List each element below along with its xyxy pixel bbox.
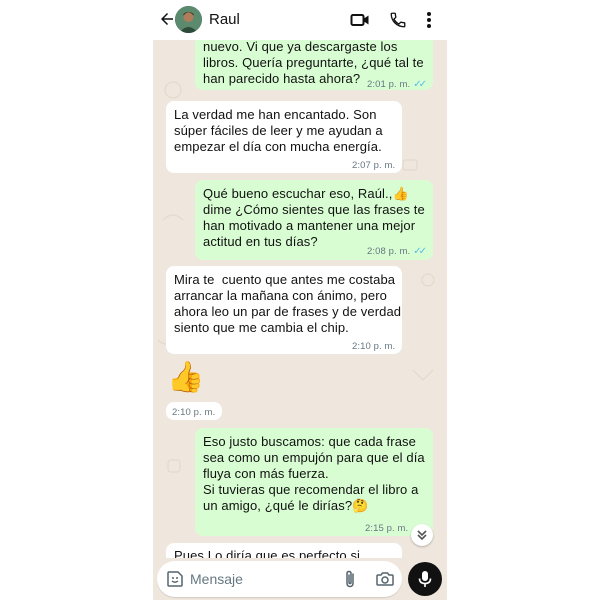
message-bubble-outgoing[interactable]: Eso justo buscamos: que cada frase sea c… [195, 428, 433, 536]
message-line: arrancar la mañana con ánimo, pero [174, 288, 387, 303]
emoji-message[interactable]: 👍 [167, 361, 204, 395]
phone-screen: Raul nuevo. Vi que ya descargaste los li… [153, 0, 447, 600]
more-vert-icon[interactable] [421, 9, 437, 31]
scroll-to-bottom-button[interactable] [411, 524, 433, 546]
message-input[interactable] [190, 569, 340, 589]
chat-area[interactable]: nuevo. Vi que ya descargaste los libros.… [153, 40, 447, 558]
message-line: han motivado a mantener una mejor [203, 218, 416, 233]
composer-bar [153, 558, 447, 600]
message-meta: 2:01 p. m. ✓✓ [367, 77, 427, 93]
message-bubble-outgoing[interactable]: Qué bueno escuchar eso, Raúl.,👍 dime ¿Có… [195, 180, 433, 260]
message-time: 2:10 p. m. [352, 341, 396, 352]
message-line: dime ¿Cómo sientes que las frases te [203, 202, 425, 217]
attach-icon[interactable] [341, 569, 359, 589]
message-meta: 2:07 p. m. [352, 158, 395, 174]
double-chevron-down-icon [417, 530, 427, 541]
message-line: han parecido hasta ahora? [203, 71, 361, 86]
message-line: siento que me cambia el chip. [174, 320, 349, 335]
message-line: empezar el día con mucha energía. [174, 139, 382, 154]
message-line: ahora leo un par de frases y de verdad [174, 304, 402, 319]
message-line: nuevo. Vi que ya descargaste los [203, 40, 398, 54]
message-meta: 2:15 p. m. [365, 521, 408, 537]
message-time: 2:10 p. m. [172, 407, 216, 418]
message-line: La verdad me han encantado. Son [174, 107, 377, 122]
emoji-time-pill: 2:10 p. m. [166, 402, 222, 420]
message-line: fluya con más fuerza. [203, 466, 329, 481]
chat-header: Raul [153, 0, 447, 40]
message-line: actitud en tus días? [203, 234, 318, 249]
message-bubble-incoming[interactable]: La verdad me han encantado. Son súper fá… [166, 101, 402, 173]
message-meta: 2:10 p. m. [172, 405, 215, 421]
read-ticks-icon: ✓✓ [413, 246, 427, 257]
message-time: 2:08 p. m. [367, 246, 411, 257]
sticker-icon[interactable] [166, 570, 184, 588]
message-bubble-incoming[interactable]: Pues Lo diría que es perfecto si [166, 543, 402, 558]
message-line: sea como un empujón para que el día [203, 450, 425, 465]
message-line: Eso justo buscamos: que cada frase [203, 434, 416, 449]
message-line: Pues Lo diría que es perfecto si [174, 548, 361, 558]
phone-call-icon[interactable] [387, 9, 409, 31]
avatar[interactable] [175, 6, 202, 33]
message-bubble-incoming[interactable]: Mira te cuento que antes me costaba arra… [166, 266, 402, 354]
message-line: súper fáciles de leer y me ayudan a [174, 123, 383, 138]
message-meta: 2:08 p. m. ✓✓ [367, 244, 427, 260]
video-call-icon[interactable] [348, 9, 372, 31]
message-meta: 2:10 p. m. [352, 339, 395, 355]
message-line: libros. Quería preguntarte, ¿qué tal te [203, 55, 424, 70]
message-input-box[interactable] [157, 561, 402, 597]
message-line: Mira te cuento que antes me costaba [174, 272, 396, 287]
contact-name[interactable]: Raul [209, 11, 240, 28]
message-line: un amigo, ¿qué le dirías?🤔 [203, 498, 369, 513]
mic-button[interactable] [408, 562, 442, 596]
message-time: 2:15 p. m. [365, 523, 409, 534]
message-time: 2:01 p. m. [367, 79, 411, 90]
read-ticks-icon: ✓✓ [413, 79, 427, 90]
message-time: 2:07 p. m. [352, 160, 396, 171]
message-bubble-outgoing[interactable]: nuevo. Vi que ya descargaste los libros.… [195, 40, 433, 90]
message-line: Qué bueno escuchar eso, Raúl.,👍 [203, 186, 409, 201]
message-line: Si tuvieras que recomendar el libro a [203, 482, 419, 497]
mic-icon [418, 571, 432, 587]
camera-icon[interactable] [375, 569, 395, 589]
